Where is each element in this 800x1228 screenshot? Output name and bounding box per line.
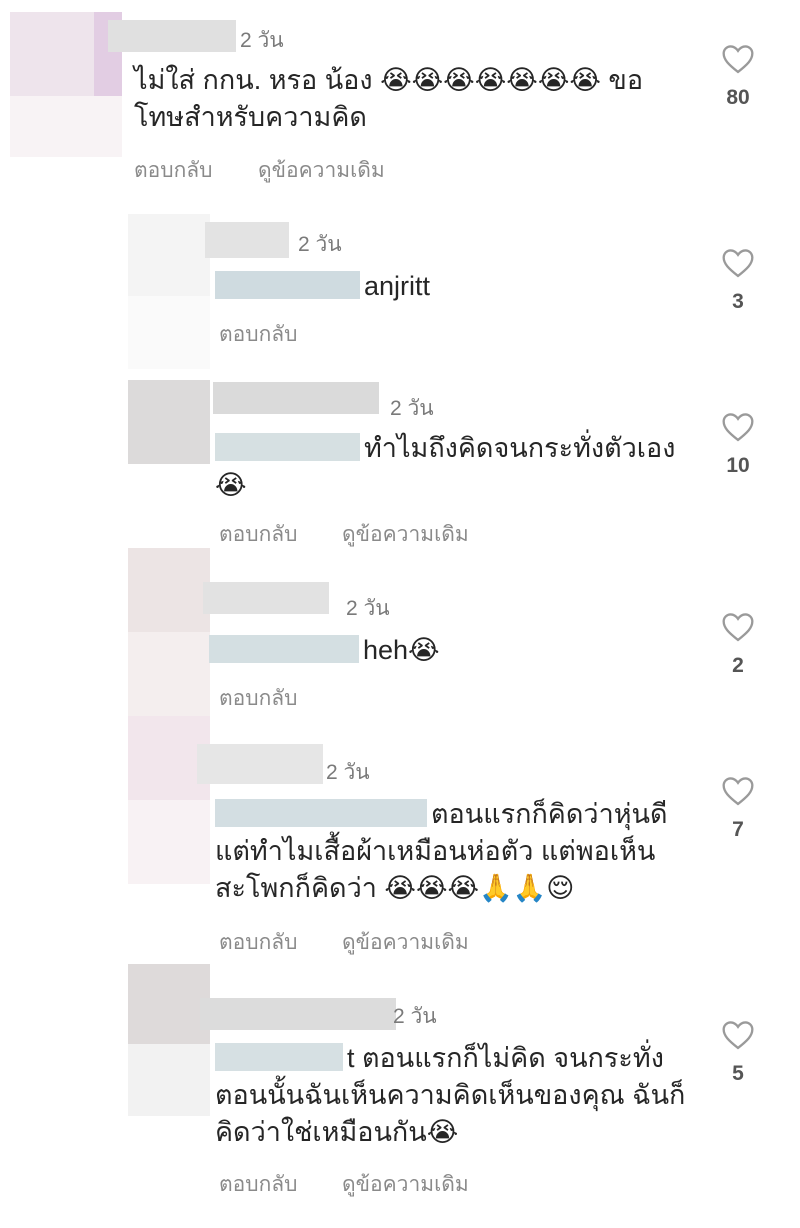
comment-text-line: ทำไมถึงคิดจนกระทั่งตัวเอง bbox=[364, 433, 676, 463]
heart-outline-icon[interactable] bbox=[721, 612, 755, 642]
heart-outline-icon[interactable] bbox=[721, 412, 755, 442]
comment-time: 2 วัน bbox=[346, 597, 390, 620]
mention-blurred[interactable] bbox=[209, 635, 359, 663]
mention-blurred[interactable] bbox=[215, 1043, 343, 1071]
comment-text: ตอนแรกก็คิดว่าหุ่นดี แต่ทำไมเสื้อผ้าเหมื… bbox=[215, 796, 695, 907]
username-blurred[interactable] bbox=[197, 744, 323, 784]
comment-text-line: แต่ทำไมเสื้อผ้าเหมือนห่อตัว แต่พอเห็น bbox=[215, 836, 656, 866]
reply-button[interactable]: ตอบกลับ bbox=[134, 154, 213, 187]
view-original-button[interactable]: ดูข้อความเดิม bbox=[342, 926, 469, 959]
comment-text: ไม่ใส่ กกน. หรอ น้อง 😭😭😭😭😭😭😭 ขอ โทษสำหรั… bbox=[134, 62, 694, 136]
view-original-button[interactable]: ดูข้อความเดิม bbox=[342, 1168, 469, 1201]
comment-text-line: สะโพกก็คิดว่า 😭😭😭🙏🙏😌 bbox=[215, 873, 575, 903]
like-count: 2 bbox=[732, 654, 744, 677]
comment-time: 2 วัน bbox=[393, 1005, 437, 1028]
username-blurred[interactable] bbox=[205, 222, 289, 258]
avatar-blurred[interactable] bbox=[128, 548, 210, 716]
comment-text: heh😭 bbox=[209, 632, 689, 669]
reply-button[interactable]: ตอบกลับ bbox=[219, 518, 298, 551]
comment-text-line: ไม่ใส่ กกน. หรอ น้อง 😭😭😭😭😭😭😭 ขอ bbox=[134, 65, 644, 95]
like-count: 7 bbox=[732, 818, 744, 841]
username-blurred[interactable] bbox=[200, 998, 396, 1030]
avatar-blurred[interactable] bbox=[10, 12, 122, 157]
comment-time: 2 วัน bbox=[390, 397, 434, 420]
heart-outline-icon[interactable] bbox=[721, 44, 755, 74]
view-original-button[interactable]: ดูข้อความเดิม bbox=[258, 154, 385, 187]
comment-text-line: anjritt bbox=[364, 271, 431, 301]
reply-button[interactable]: ตอบกลับ bbox=[219, 1168, 298, 1201]
comment-text-line: คิดว่าใช่เหมือนกัน😭 bbox=[215, 1117, 459, 1147]
like-count: 80 bbox=[726, 86, 750, 109]
reply-button[interactable]: ตอบกลับ bbox=[219, 318, 298, 351]
like-count: 5 bbox=[732, 1062, 744, 1085]
comment-text-line: t ตอนแรกก็ไม่คิด จนกระทั่ง bbox=[347, 1043, 664, 1073]
comment-text-line: 😭 bbox=[215, 470, 247, 500]
avatar-blurred[interactable] bbox=[128, 964, 210, 1116]
comment-text-line: โทษสำหรับความคิด bbox=[134, 102, 367, 132]
avatar-blurred[interactable] bbox=[128, 214, 210, 369]
reply-button[interactable]: ตอบกลับ bbox=[219, 682, 298, 715]
comment-text-line: heh😭 bbox=[363, 635, 440, 665]
comment-text: anjritt bbox=[215, 268, 695, 305]
comment-text-line: ตอนนั้นฉันเห็นความคิดเห็นของคุณ ฉันก็ bbox=[215, 1080, 686, 1110]
heart-outline-icon[interactable] bbox=[721, 248, 755, 278]
avatar-blurred[interactable] bbox=[128, 716, 210, 884]
comment-time: 2 วัน bbox=[298, 233, 342, 256]
avatar-blurred[interactable] bbox=[128, 380, 210, 464]
mention-blurred[interactable] bbox=[215, 799, 427, 827]
username-blurred[interactable] bbox=[213, 382, 379, 414]
comment-text: ทำไมถึงคิดจนกระทั่งตัวเอง 😭 bbox=[215, 430, 695, 504]
comment-text: t ตอนแรกก็ไม่คิด จนกระทั่ง ตอนนั้นฉันเห็… bbox=[215, 1040, 705, 1151]
like-count: 10 bbox=[726, 454, 750, 477]
view-original-button[interactable]: ดูข้อความเดิม bbox=[342, 518, 469, 551]
comment-text-line: ตอนแรกก็คิดว่าหุ่นดี bbox=[431, 799, 668, 829]
heart-outline-icon[interactable] bbox=[721, 1020, 755, 1050]
mention-blurred[interactable] bbox=[215, 433, 360, 461]
mention-blurred[interactable] bbox=[215, 271, 360, 299]
reply-button[interactable]: ตอบกลับ bbox=[219, 926, 298, 959]
comment-time: 2 วัน bbox=[326, 761, 370, 784]
username-blurred[interactable] bbox=[203, 582, 329, 614]
heart-outline-icon[interactable] bbox=[721, 776, 755, 806]
username-blurred[interactable] bbox=[108, 20, 236, 52]
like-count: 3 bbox=[732, 290, 744, 313]
comment-time: 2 วัน bbox=[240, 29, 284, 52]
